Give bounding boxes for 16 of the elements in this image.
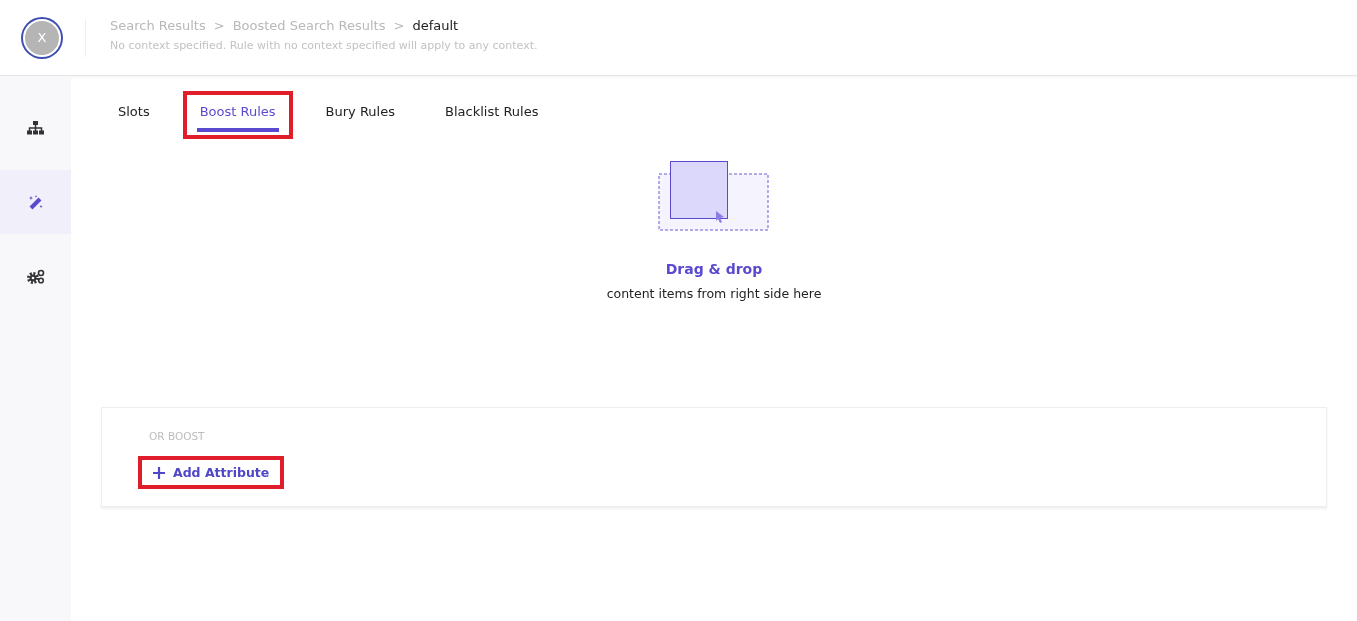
- add-attribute-button[interactable]: Add Attribute: [151, 462, 272, 483]
- breadcrumb-separator: >: [393, 17, 405, 33]
- section-heading: OR BOOST: [148, 430, 206, 442]
- context-note: No context specified. Rule with no context specified will apply to any context.: [110, 38, 538, 52]
- tab[interactable]: Blacklist Rules: [442, 98, 542, 132]
- breadcrumb-separator: >: [213, 17, 225, 33]
- sitemap-icon: [27, 121, 44, 135]
- plus-icon: [153, 466, 165, 479]
- dropzone-hint: content items from right side here: [606, 286, 822, 301]
- magic-wand-icon: [27, 194, 44, 210]
- gears-icon: [26, 268, 45, 284]
- dropzone-title: Drag & drop: [665, 261, 763, 277]
- tab[interactable]: Boost Rules: [196, 98, 279, 132]
- tab[interactable]: Slots: [115, 98, 153, 132]
- tab[interactable]: Bury Rules: [322, 98, 398, 132]
- breadcrumb-current: default: [412, 17, 459, 33]
